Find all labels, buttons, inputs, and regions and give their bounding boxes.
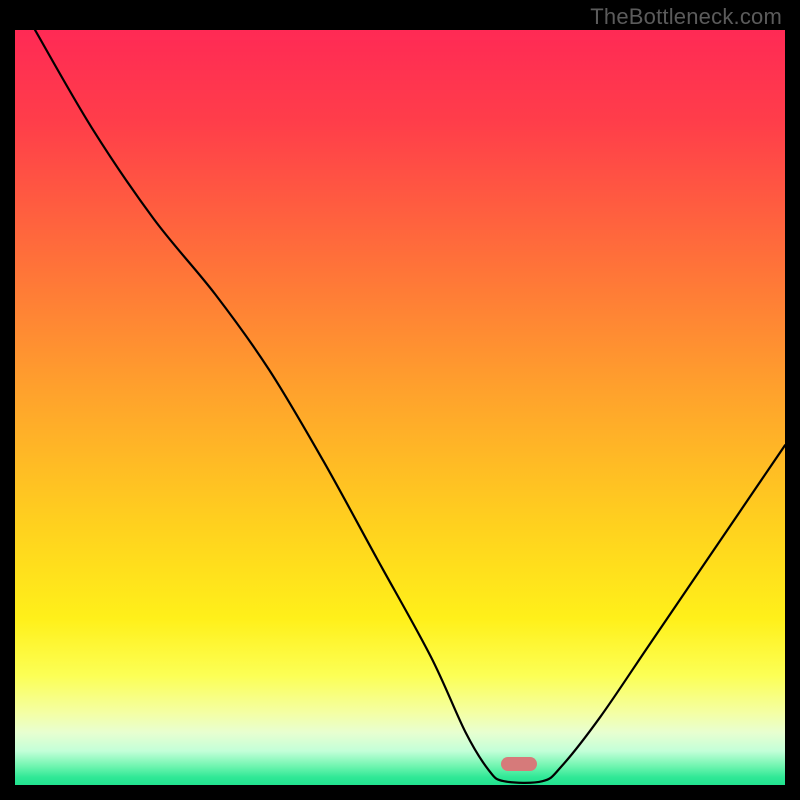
bottleneck-chart: [15, 30, 785, 785]
watermark-text: TheBottleneck.com: [590, 4, 782, 30]
gradient-background: [15, 30, 785, 785]
optimum-indicator: [501, 757, 537, 771]
chart-frame: TheBottleneck.com: [0, 0, 800, 800]
